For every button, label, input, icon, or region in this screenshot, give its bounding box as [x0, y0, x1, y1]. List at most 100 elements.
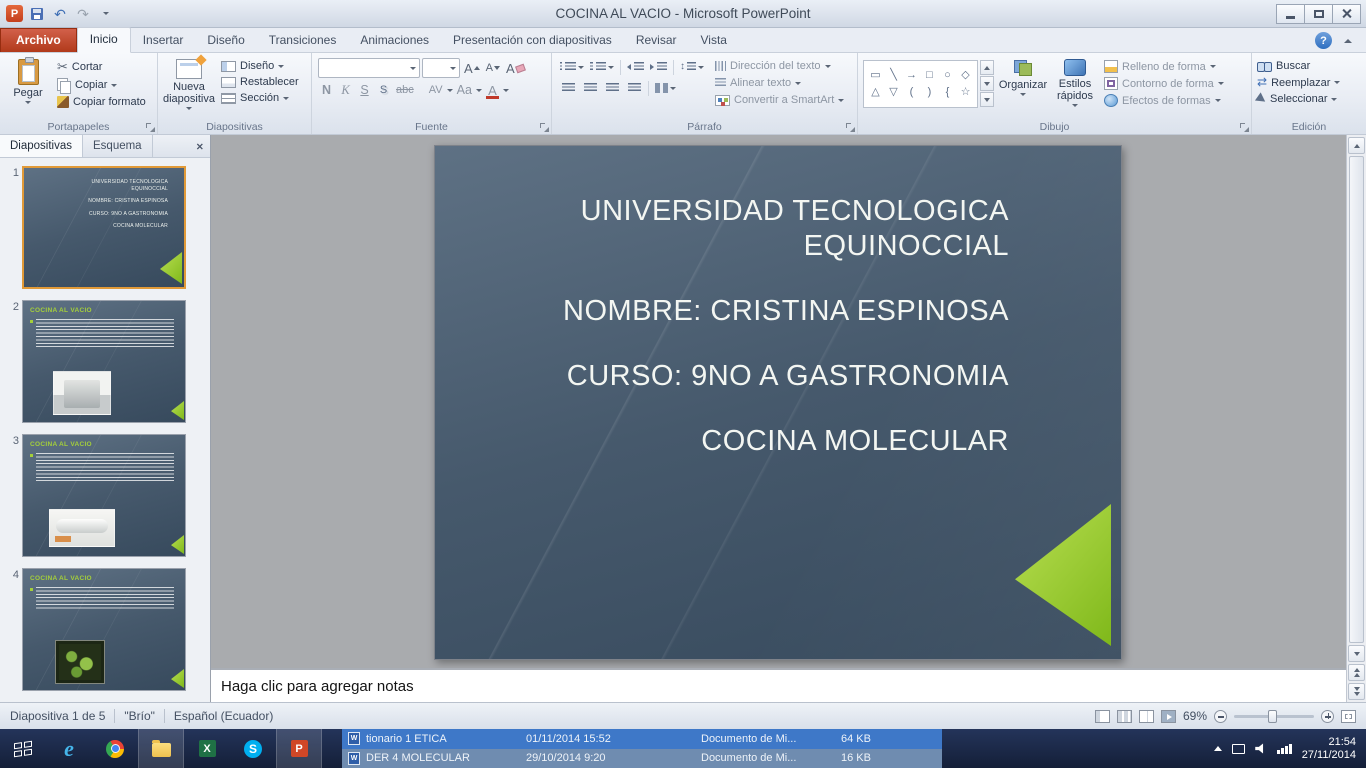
replace-button[interactable]: Reemplazar	[1254, 75, 1343, 90]
taskbar-file-explorer-button[interactable]	[138, 729, 184, 768]
start-button[interactable]	[0, 729, 46, 768]
tab-vista[interactable]: Vista	[689, 29, 739, 52]
font-color-button[interactable]: A	[484, 81, 501, 99]
normal-view-button[interactable]	[1094, 709, 1110, 723]
save-icon[interactable]	[28, 5, 46, 23]
thumbnail-slide-2[interactable]: COCINA AL VACIO	[22, 300, 186, 423]
shape-diamond-icon[interactable]	[959, 69, 972, 82]
columns-button[interactable]	[653, 79, 678, 97]
shape-star-icon[interactable]	[959, 86, 972, 99]
font-dialog-launcher-icon[interactable]	[539, 122, 549, 132]
paragraph-dialog-launcher-icon[interactable]	[845, 122, 855, 132]
shape-arrow-icon[interactable]	[905, 69, 918, 82]
decrease-font-size-button[interactable]	[484, 59, 502, 77]
close-pane-button[interactable]	[188, 135, 210, 157]
maximize-button[interactable]	[1304, 3, 1333, 24]
clipboard-dialog-launcher-icon[interactable]	[145, 122, 155, 132]
tab-animaciones[interactable]: Animaciones	[348, 29, 441, 52]
paste-button[interactable]: Pegar	[2, 55, 54, 121]
reading-view-button[interactable]	[1138, 709, 1154, 723]
bullets-button[interactable]	[558, 58, 586, 76]
scroll-down-button[interactable]	[1348, 645, 1365, 662]
taskbar-clock[interactable]: 21:54 27/11/2014	[1302, 736, 1356, 762]
zoom-slider[interactable]	[1234, 709, 1314, 723]
change-case-button[interactable]: Aa	[455, 81, 474, 99]
align-center-button[interactable]	[580, 79, 600, 97]
close-button[interactable]	[1332, 3, 1361, 24]
slide-sorter-view-button[interactable]	[1116, 709, 1132, 723]
file-row[interactable]: DER 4 MOLECULAR 29/10/2014 9:20 Document…	[342, 749, 942, 768]
shape-triangle-icon[interactable]	[869, 86, 882, 99]
drawing-dialog-launcher-icon[interactable]	[1239, 122, 1249, 132]
language-indicator[interactable]: Español (Ecuador)	[174, 709, 273, 723]
bold-button[interactable]: N	[318, 81, 335, 99]
quick-styles-button[interactable]: Estilos rápidos	[1049, 55, 1101, 121]
tray-monitor-icon[interactable]	[1232, 743, 1246, 754]
numbering-button[interactable]	[588, 58, 616, 76]
tab-presentacion[interactable]: Presentación con diapositivas	[441, 29, 624, 52]
character-spacing-button[interactable]: AV	[427, 81, 445, 99]
tab-inicio[interactable]: Inicio	[76, 27, 131, 53]
taskbar-internet-explorer-button[interactable]	[46, 729, 92, 768]
tab-revisar[interactable]: Revisar	[624, 29, 689, 52]
undo-icon[interactable]	[51, 5, 69, 23]
align-text-button[interactable]: Alinear texto	[713, 76, 846, 90]
redo-icon[interactable]	[74, 5, 92, 23]
decrease-indent-button[interactable]	[625, 58, 646, 76]
shapes-scroll-down-icon[interactable]	[980, 76, 994, 91]
arrange-button[interactable]: Organizar	[997, 55, 1049, 121]
tray-expand-icon[interactable]	[1214, 746, 1223, 751]
line-spacing-button[interactable]	[678, 58, 706, 76]
increase-font-size-button[interactable]	[462, 59, 482, 77]
shape-triangle-down-icon[interactable]	[887, 86, 900, 99]
section-button[interactable]: Sección	[218, 91, 302, 105]
help-icon[interactable]: ?	[1315, 32, 1332, 49]
tab-archivo[interactable]: Archivo	[0, 28, 77, 52]
previous-slide-button[interactable]	[1348, 664, 1365, 681]
notes-pane[interactable]: Haga clic para agregar notas	[211, 668, 1346, 702]
shapes-gallery[interactable]	[863, 60, 978, 108]
format-painter-button[interactable]: Copiar formato	[54, 95, 149, 109]
tray-volume-icon[interactable]	[1255, 743, 1264, 754]
clear-formatting-button[interactable]	[504, 59, 527, 77]
new-slide-button[interactable]: Nueva diapositiva	[160, 55, 218, 121]
taskbar-chrome-button[interactable]	[92, 729, 138, 768]
shape-left-brace-icon[interactable]	[941, 86, 954, 99]
taskbar-skype-button[interactable]	[230, 729, 276, 768]
tab-diapositivas[interactable]: Diapositivas	[0, 135, 83, 157]
justify-button[interactable]	[624, 79, 644, 97]
tray-network-icon[interactable]	[1277, 743, 1292, 754]
layout-button[interactable]: Diseño	[218, 59, 302, 73]
shape-oval-icon[interactable]	[941, 69, 954, 82]
slideshow-view-button[interactable]	[1160, 709, 1176, 723]
thumbnail-slide-1[interactable]: UNIVERSIDAD TECNOLOGICA EQUINOCCIAL NOMB…	[22, 166, 186, 289]
select-button[interactable]: Seleccionar	[1254, 92, 1343, 106]
font-name-select[interactable]	[318, 58, 420, 78]
align-right-button[interactable]	[602, 79, 622, 97]
zoom-in-button[interactable]	[1321, 709, 1334, 723]
taskbar-excel-button[interactable]	[184, 729, 230, 768]
text-shadow-button[interactable]: S	[375, 84, 392, 97]
italic-button[interactable]: K	[337, 81, 354, 99]
zoom-out-button[interactable]	[1214, 709, 1227, 723]
shape-effects-button[interactable]: Efectos de formas	[1101, 93, 1227, 108]
shape-select-icon[interactable]	[869, 69, 882, 82]
fit-to-window-button[interactable]	[1341, 709, 1356, 723]
underline-button[interactable]: S	[356, 81, 373, 99]
shape-line-icon[interactable]	[887, 69, 900, 82]
shapes-scroll-up-icon[interactable]	[980, 60, 994, 75]
align-left-button[interactable]	[558, 79, 578, 97]
thumbnail-slide-4[interactable]: COCINA AL VACIO	[22, 568, 186, 691]
shape-left-paren-icon[interactable]	[905, 86, 918, 99]
shape-rectangle-icon[interactable]	[923, 69, 936, 82]
zoom-slider-thumb[interactable]	[1267, 709, 1277, 723]
convert-smartart-button[interactable]: Convertir a SmartArt	[713, 93, 846, 107]
increase-indent-button[interactable]	[648, 58, 669, 76]
strikethrough-button[interactable]: abc	[394, 81, 416, 99]
shape-outline-button[interactable]: Contorno de forma	[1101, 76, 1227, 91]
vertical-scrollbar[interactable]	[1346, 135, 1366, 702]
tab-transiciones[interactable]: Transiciones	[257, 29, 349, 52]
shape-fill-button[interactable]: Relleno de forma	[1101, 59, 1227, 74]
tab-diseno[interactable]: Diseño	[195, 29, 256, 52]
file-row[interactable]: tionario 1 ETICA 01/11/2014 15:52 Docume…	[342, 729, 942, 749]
